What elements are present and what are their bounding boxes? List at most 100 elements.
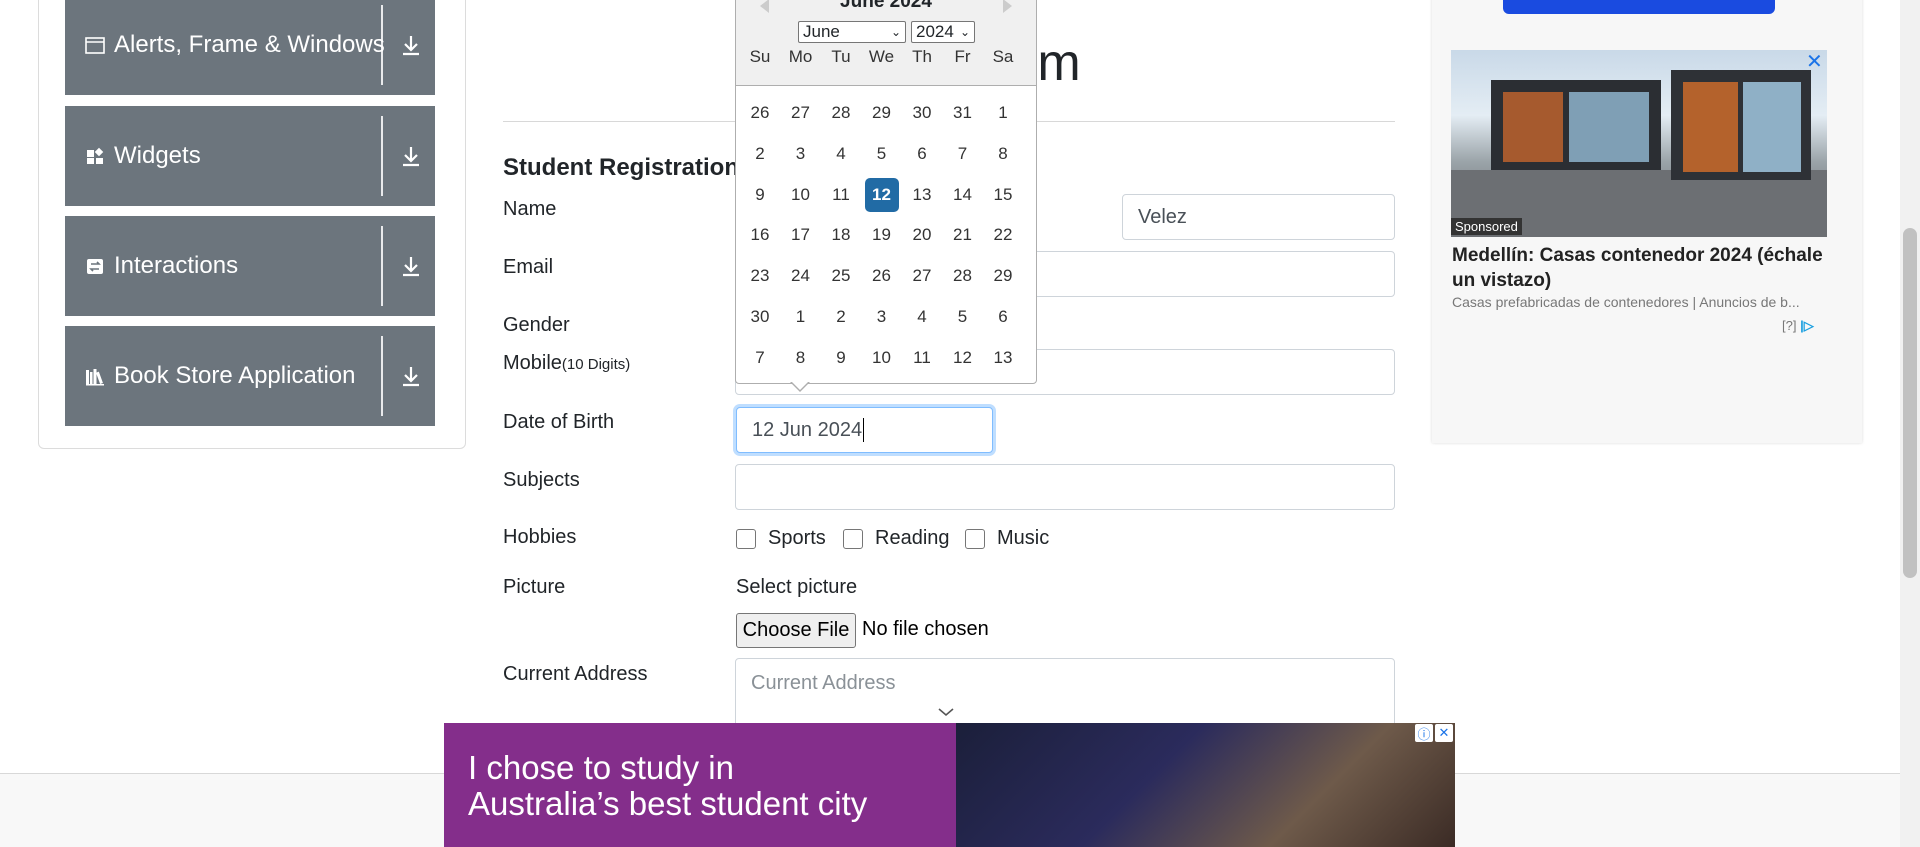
download-icon[interactable] — [397, 31, 425, 59]
calendar-day[interactable]: 4 — [905, 300, 939, 334]
calendar-day[interactable]: 7 — [743, 341, 777, 375]
calendar-day[interactable]: 9 — [743, 178, 777, 212]
hobby-sports-checkbox[interactable]: Sports — [736, 527, 826, 550]
ad-image[interactable] — [1451, 50, 1827, 237]
calendar-day[interactable]: 15 — [986, 178, 1020, 212]
calendar-day[interactable]: 12 — [946, 341, 980, 375]
divider — [381, 226, 383, 306]
name-label: Name — [503, 198, 557, 220]
calendar-day[interactable]: 29 — [986, 259, 1020, 293]
calendar-day[interactable]: 1 — [784, 300, 818, 334]
calendar-day[interactable]: 11 — [905, 341, 939, 375]
download-icon[interactable] — [397, 252, 425, 280]
calendar-day[interactable]: 11 — [824, 178, 858, 212]
checkbox[interactable] — [843, 528, 863, 549]
divider — [381, 336, 383, 416]
month-select-value: June — [803, 22, 840, 41]
calendar-day[interactable]: 1 — [986, 96, 1020, 130]
calendar-day[interactable]: 6 — [986, 300, 1020, 334]
calendar-day[interactable]: 3 — [784, 137, 818, 171]
divider — [381, 5, 383, 85]
hobby-music-checkbox[interactable]: Music — [965, 527, 1049, 550]
calendar-day[interactable]: 29 — [865, 96, 899, 130]
bottom-banner-ad[interactable]: I chose to study in Australia’s best stu… — [444, 723, 1455, 847]
subjects-label: Subjects — [503, 469, 580, 491]
month-select[interactable]: June ⌄ — [798, 21, 906, 43]
download-icon[interactable] — [397, 142, 425, 170]
sidebar-group-label: Interactions — [114, 252, 239, 279]
selected-day[interactable]: 12 — [864, 178, 899, 212]
calendar-day[interactable]: 28 — [946, 259, 980, 293]
sidebar-group-widgets[interactable]: Widgets — [65, 106, 435, 206]
calendar-day[interactable]: 14 — [946, 178, 980, 212]
ad-cta-button[interactable] — [1503, 0, 1775, 14]
calendar-day[interactable]: 30 — [905, 96, 939, 130]
subjects-input[interactable] — [735, 464, 1395, 510]
calendar-day[interactable]: 13 — [986, 341, 1020, 375]
calendar-day[interactable]: 31 — [946, 96, 980, 130]
dob-input[interactable]: 12 Jun 2024 — [736, 407, 993, 453]
close-icon[interactable]: ✕ — [1435, 724, 1453, 742]
calendar-day[interactable]: 5 — [865, 137, 899, 171]
sidebar-group-interactions[interactable]: Interactions — [65, 216, 435, 316]
calendar-day[interactable]: 13 — [905, 178, 939, 212]
chevron-down-icon: ⌄ — [959, 25, 970, 39]
calendar-day[interactable]: 24 — [784, 259, 818, 293]
close-icon[interactable]: ✕ — [1806, 49, 1823, 74]
calendar-day[interactable]: 20 — [905, 218, 939, 252]
widgets-icon — [87, 147, 104, 164]
next-month-icon[interactable] — [1003, 0, 1012, 13]
calendar-day[interactable]: 21 — [946, 218, 980, 252]
calendar-day[interactable]: 27 — [784, 96, 818, 130]
adchoices[interactable]: [?] |▷ — [1782, 318, 1814, 334]
checkbox[interactable] — [965, 528, 985, 549]
hobby-reading-checkbox[interactable]: Reading — [843, 527, 950, 550]
choose-file-button[interactable]: Choose File — [736, 613, 856, 648]
day-name: Fr — [954, 47, 971, 66]
ad-subtitle[interactable]: Casas prefabricadas de contenedores | An… — [1452, 294, 1828, 310]
ad-title[interactable]: Medellín: Casas contenedor 2024 (échale … — [1452, 243, 1832, 293]
sidebar-group-alerts[interactable]: Alerts, Frame & Windows — [65, 0, 435, 95]
calendar-day[interactable]: 26 — [743, 96, 777, 130]
calendar-day[interactable]: 2 — [743, 137, 777, 171]
calendar-day[interactable]: 10 — [784, 178, 818, 212]
download-icon[interactable] — [397, 362, 425, 390]
calendar-day[interactable]: 9 — [824, 341, 858, 375]
calendar-day[interactable]: 8 — [986, 137, 1020, 171]
calendar-day[interactable]: 7 — [946, 137, 980, 171]
calendar-day[interactable]: 8 — [784, 341, 818, 375]
calendar-day[interactable]: 6 — [905, 137, 939, 171]
calendar-day[interactable]: 10 — [865, 341, 899, 375]
email-field[interactable] — [1030, 251, 1395, 297]
calendar-day[interactable]: 22 — [986, 218, 1020, 252]
calendar-day[interactable]: 26 — [865, 259, 899, 293]
year-select[interactable]: 2024 ⌄ — [911, 21, 975, 43]
text-caret — [863, 418, 865, 442]
calendar-day[interactable]: 17 — [784, 218, 818, 252]
ad-controls: ⓘ ✕ — [1415, 724, 1453, 742]
calendar-day[interactable]: 30 — [743, 300, 777, 334]
calendar-day[interactable]: 3 — [865, 300, 899, 334]
window-icon — [85, 37, 105, 54]
calendar-day[interactable]: 23 — [743, 259, 777, 293]
calendar-day[interactable]: 5 — [946, 300, 980, 334]
scrollbar-thumb[interactable] — [1903, 228, 1917, 578]
calendar-day[interactable]: 2 — [824, 300, 858, 334]
calendar-day[interactable]: 27 — [905, 259, 939, 293]
file-status: No file chosen — [862, 618, 989, 640]
calendar-day[interactable]: 16 — [743, 218, 777, 252]
hobby-label: Sports — [768, 527, 826, 549]
checkbox[interactable] — [736, 528, 756, 549]
day-name: Tu — [831, 47, 851, 66]
picture-label: Picture — [503, 576, 566, 598]
sidebar-group-bookstore[interactable]: Book Store Application — [65, 326, 435, 426]
calendar-day[interactable]: 4 — [824, 137, 858, 171]
calendar-day[interactable]: 28 — [824, 96, 858, 130]
info-icon[interactable]: ⓘ — [1415, 724, 1433, 742]
day-name: Su — [749, 47, 771, 66]
calendar-day[interactable]: 25 — [824, 259, 858, 293]
calendar-day[interactable]: 19 — [865, 218, 899, 252]
calendar-day[interactable]: 18 — [824, 218, 858, 252]
hobbies-label: Hobbies — [503, 526, 577, 548]
last-name-input[interactable]: Velez — [1122, 194, 1395, 240]
